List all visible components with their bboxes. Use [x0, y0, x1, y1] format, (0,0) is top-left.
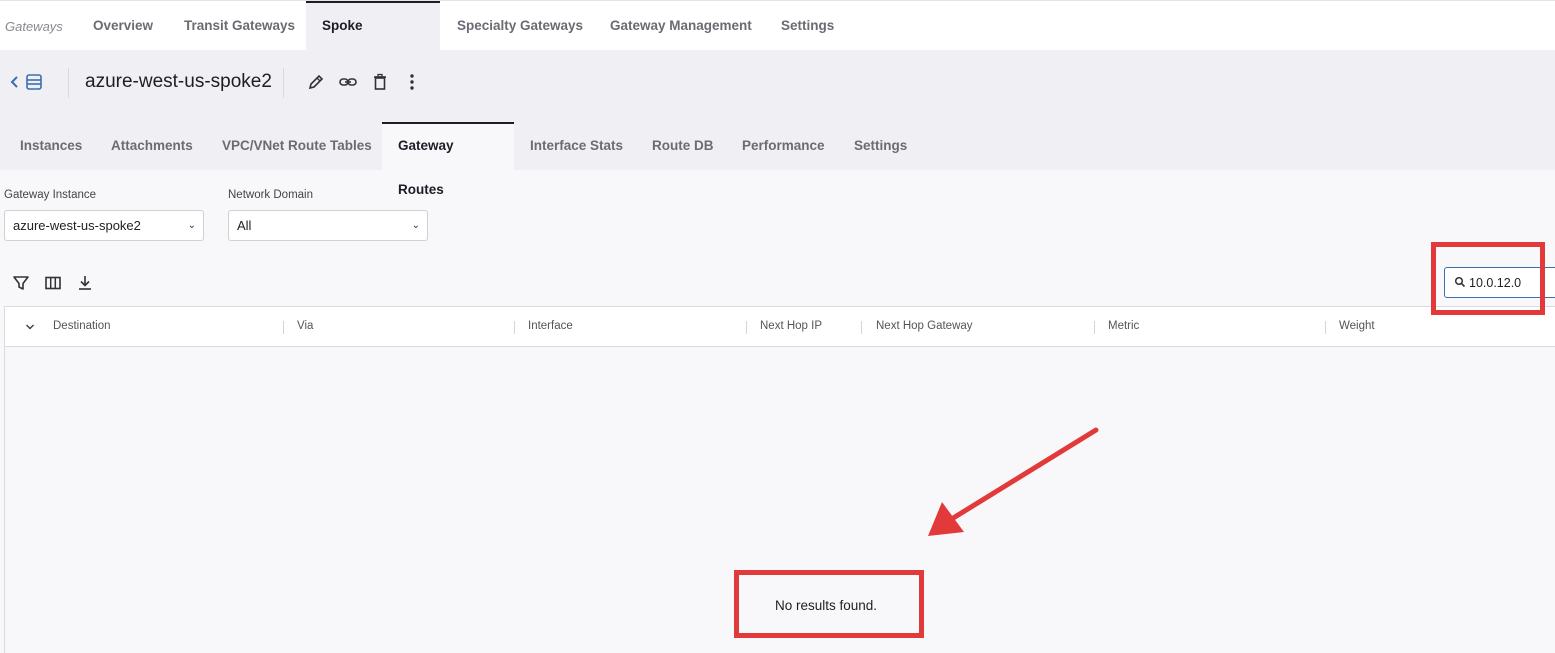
tab-overview[interactable]: Overview	[77, 1, 169, 51]
column-resize-handle[interactable]	[1325, 321, 1326, 334]
column-header-next-hop-gateway[interactable]: Next Hop Gateway	[876, 320, 973, 332]
gateway-list-icon[interactable]	[25, 73, 43, 91]
column-header-destination[interactable]: Destination	[53, 320, 111, 332]
column-header-interface[interactable]: Interface	[528, 320, 573, 332]
divider	[68, 68, 69, 98]
chevron-down-icon: ⌄	[411, 220, 420, 231]
column-header-weight[interactable]: Weight	[1339, 320, 1375, 332]
column-header-via[interactable]: Via	[297, 320, 313, 332]
download-icon[interactable]	[76, 274, 94, 292]
subtab-interface-stats[interactable]: Interface Stats	[514, 122, 639, 170]
edit-icon[interactable]	[306, 72, 326, 92]
more-vertical-icon[interactable]	[402, 72, 422, 92]
gateway-instance-select[interactable]: azure-west-us-spoke2 ⌄	[4, 210, 204, 241]
table-header: Destination Via Interface Next Hop IP Ne…	[5, 307, 1555, 347]
column-resize-handle[interactable]	[861, 321, 862, 334]
filter-icon[interactable]	[12, 274, 30, 292]
back-chevron-icon[interactable]	[8, 72, 22, 92]
subtab-vpc-vnet-route-tables[interactable]: VPC/VNet Route Tables	[206, 122, 388, 170]
tab-spoke-gateways[interactable]: Spoke Gateways	[306, 1, 440, 79]
column-resize-handle[interactable]	[746, 321, 747, 334]
top-nav: Gateways Overview Transit Gateways Spoke…	[0, 0, 1555, 79]
gateway-instance-value: azure-west-us-spoke2	[13, 218, 141, 233]
column-resize-handle[interactable]	[283, 321, 284, 334]
subtab-attachments[interactable]: Attachments	[95, 122, 209, 170]
columns-icon[interactable]	[44, 274, 62, 292]
tab-settings[interactable]: Settings	[765, 1, 850, 51]
annotation-arrow-icon	[928, 427, 1099, 536]
annotation-highlight-box	[734, 570, 924, 638]
breadcrumb-gateways[interactable]: Gateways	[5, 19, 63, 34]
delete-icon[interactable]	[370, 72, 390, 92]
expand-all-chevron-icon[interactable]	[24, 321, 36, 333]
gateway-name-title: azure-west-us-spoke2	[85, 71, 272, 92]
tab-specialty-gateways[interactable]: Specialty Gateways	[441, 1, 599, 51]
tab-gateway-management[interactable]: Gateway Management	[594, 1, 768, 51]
gateway-instance-label: Gateway Instance	[4, 189, 97, 201]
subtab-gateway-routes[interactable]: Gateway Routes	[382, 122, 514, 197]
chevron-down-icon: ⌄	[187, 220, 196, 231]
column-header-next-hop-ip[interactable]: Next Hop IP	[760, 320, 822, 332]
subtab-performance[interactable]: Performance	[726, 122, 841, 170]
subtab-instances[interactable]: Instances	[4, 122, 98, 170]
network-domain-label: Network Domain	[228, 189, 313, 201]
network-domain-value: All	[237, 218, 252, 233]
subtab-route-db[interactable]: Route DB	[636, 122, 730, 170]
annotation-highlight-box	[1431, 242, 1545, 315]
divider	[283, 68, 284, 98]
subtab-settings[interactable]: Settings	[838, 122, 923, 170]
column-header-metric[interactable]: Metric	[1108, 320, 1139, 332]
column-resize-handle[interactable]	[514, 321, 515, 334]
network-domain-select[interactable]: All ⌄	[228, 210, 428, 241]
tab-transit-gateways[interactable]: Transit Gateways	[168, 1, 311, 51]
gateway-header: azure-west-us-spoke2 Instances Attachmen…	[0, 50, 1555, 197]
link-icon[interactable]	[338, 72, 358, 92]
column-resize-handle[interactable]	[1094, 321, 1095, 334]
